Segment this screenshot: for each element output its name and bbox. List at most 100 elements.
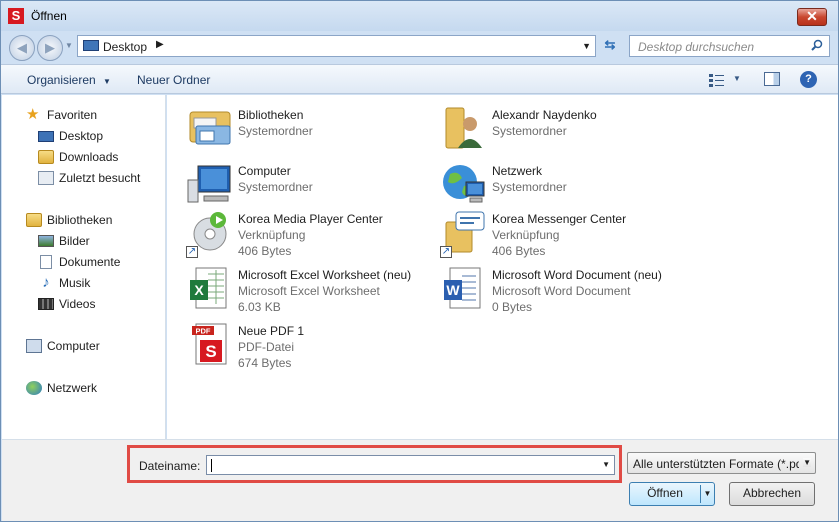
file-name: Korea Messenger Center xyxy=(492,212,627,226)
file-type: PDF-Datei xyxy=(238,340,295,354)
file-name: Computer xyxy=(238,164,291,178)
user-folder-icon xyxy=(445,107,482,149)
file-item[interactable]: W Microsoft Word Document (neu) Microsof… xyxy=(440,264,690,318)
nav-network[interactable]: Netzwerk xyxy=(26,379,97,397)
title-bar: S Öffnen ✕ xyxy=(1,1,838,31)
nav-computer[interactable]: Computer xyxy=(26,337,100,355)
search-placeholder: Desktop durchsuchen xyxy=(638,40,755,54)
open-button[interactable]: Öffnen ▼ xyxy=(629,482,715,506)
nav-downloads-label: Downloads xyxy=(59,150,119,164)
nav-documents-label: Dokumente xyxy=(59,255,121,269)
new-folder-button[interactable]: Neuer Ordner xyxy=(137,73,210,87)
nav-favorites[interactable]: ★ Favoriten xyxy=(26,106,97,124)
file-name: Netzwerk xyxy=(492,164,543,178)
cancel-button[interactable]: Abbrechen xyxy=(729,482,815,506)
nav-videos[interactable]: Videos xyxy=(38,295,95,313)
nav-favorites-label: Favoriten xyxy=(47,108,98,122)
filename-input[interactable]: ▼ xyxy=(206,455,615,475)
nav-desktop[interactable]: Desktop xyxy=(38,127,103,145)
window-title: Öffnen xyxy=(31,9,67,23)
file-type-select[interactable]: Alle unterstützten Formate (*.pdf ▼ xyxy=(627,452,816,474)
preview-pane-button[interactable] xyxy=(764,72,780,86)
open-split-dropdown-icon[interactable]: ▼ xyxy=(700,485,714,503)
nav-music[interactable]: ♪ Musik xyxy=(38,274,90,292)
file-type: Microsoft Excel Worksheet xyxy=(238,284,380,298)
file-type: Systemordner xyxy=(238,124,313,138)
word-icon: W xyxy=(444,267,481,309)
file-item[interactable]: PDF S Neue PDF 1 PDF-Datei 674 Bytes xyxy=(186,320,436,374)
nav-recent[interactable]: Zuletzt besucht xyxy=(38,169,140,187)
file-item[interactable]: Alexandr Naydenko Systemordner xyxy=(440,104,690,158)
file-name: Microsoft Excel Worksheet (neu) xyxy=(238,268,412,282)
address-dropdown-icon[interactable]: ▼ xyxy=(582,41,591,51)
nav-pictures[interactable]: Bilder xyxy=(38,232,90,250)
file-type-dropdown-icon[interactable]: ▼ xyxy=(803,458,811,467)
forward-button[interactable]: ▶ xyxy=(37,35,63,61)
pictures-icon xyxy=(38,235,54,247)
nav-pictures-label: Bilder xyxy=(59,234,90,248)
file-type: Microsoft Word Document xyxy=(492,284,631,298)
change-view-button[interactable]: ▼ xyxy=(709,71,745,89)
back-button[interactable]: ◀ xyxy=(9,35,35,61)
desktop-icon xyxy=(83,40,99,51)
nav-computer-label: Computer xyxy=(47,339,100,353)
nav-documents[interactable]: Dokumente xyxy=(38,253,120,271)
address-row: ◀ ▶ ▼ Desktop ▶ ▼ ⇆ Desktop durchsuchen xyxy=(1,31,838,63)
file-item[interactable]: ↗ Korea Media Player Center Verknüpfung … xyxy=(186,208,436,262)
file-name: Microsoft Word Document (neu) xyxy=(492,268,662,282)
command-bar: Organisieren ▼ Neuer Ordner ▼ ? xyxy=(1,64,838,94)
file-type: Systemordner xyxy=(238,180,313,194)
view-options-icon xyxy=(709,74,724,87)
nav-libraries-label: Bibliotheken xyxy=(47,213,113,227)
recent-locations-dropdown[interactable]: ▼ xyxy=(65,41,73,50)
nav-network-label: Netzwerk xyxy=(47,381,98,395)
file-item[interactable]: Netzwerk Systemordner xyxy=(440,160,690,214)
bottom-panel: Dateiname: ▼ Alle unterstützten Formate … xyxy=(2,439,838,521)
computer-icon xyxy=(187,165,231,203)
nav-music-label: Musik xyxy=(59,276,91,290)
svg-text:PDF: PDF xyxy=(196,327,211,336)
file-item[interactable]: Bibliotheken Systemordner xyxy=(186,104,436,158)
file-size: 406 Bytes xyxy=(238,244,292,258)
nav-libraries[interactable]: Bibliotheken xyxy=(26,211,112,229)
file-name: Neue PDF 1 xyxy=(238,324,305,338)
music-icon: ♪ xyxy=(42,274,50,291)
file-item[interactable]: ↗ Korea Messenger Center Verknüpfung 406… xyxy=(440,208,690,262)
file-size: 406 Bytes xyxy=(492,244,546,258)
refresh-button[interactable]: ⇆ xyxy=(599,37,621,55)
shortcut-arrow-icon: ↗ xyxy=(440,246,452,258)
libraries-icon xyxy=(26,213,42,227)
nav-recent-label: Zuletzt besucht xyxy=(59,171,141,185)
file-size: 0 Bytes xyxy=(492,300,533,314)
file-size: 6.03 KB xyxy=(238,300,281,314)
nav-videos-label: Videos xyxy=(59,297,96,311)
address-bar[interactable]: Desktop ▶ ▼ xyxy=(77,35,596,57)
open-button-label[interactable]: Öffnen xyxy=(630,483,700,505)
downloads-folder-icon xyxy=(38,150,54,164)
filename-label: Dateiname: xyxy=(139,459,201,473)
app-icon: S xyxy=(8,8,24,24)
file-item[interactable]: X Microsoft Excel Worksheet (neu) Micros… xyxy=(186,264,436,318)
file-size: 674 Bytes xyxy=(238,356,292,370)
close-button[interactable]: ✕ xyxy=(797,8,827,26)
filename-dropdown-icon[interactable]: ▼ xyxy=(602,460,610,469)
nav-downloads[interactable]: Downloads xyxy=(38,148,118,166)
view-dropdown-icon[interactable]: ▼ xyxy=(733,74,741,83)
videos-icon xyxy=(38,298,54,310)
address-location[interactable]: Desktop xyxy=(103,40,147,54)
help-button[interactable]: ? xyxy=(800,71,817,88)
breadcrumb-arrow-icon[interactable]: ▶ xyxy=(156,39,164,50)
search-icon[interactable] xyxy=(811,39,823,51)
svg-text:W: W xyxy=(446,282,460,298)
file-item[interactable]: Computer Systemordner xyxy=(186,160,436,214)
computer-icon xyxy=(26,339,42,353)
file-name: Alexandr Naydenko xyxy=(492,108,597,122)
open-dialog: S Öffnen ✕ ◀ ▶ ▼ Desktop ▶ ▼ ⇆ Desktop d… xyxy=(0,0,839,522)
libraries-icon xyxy=(189,111,231,145)
organize-button[interactable]: Organisieren ▼ xyxy=(27,73,111,87)
excel-icon: X xyxy=(190,267,227,309)
search-input[interactable]: Desktop durchsuchen xyxy=(629,35,830,57)
desktop-icon xyxy=(38,130,54,142)
nav-desktop-label: Desktop xyxy=(59,129,104,143)
file-type: Verknüpfung xyxy=(238,228,306,242)
